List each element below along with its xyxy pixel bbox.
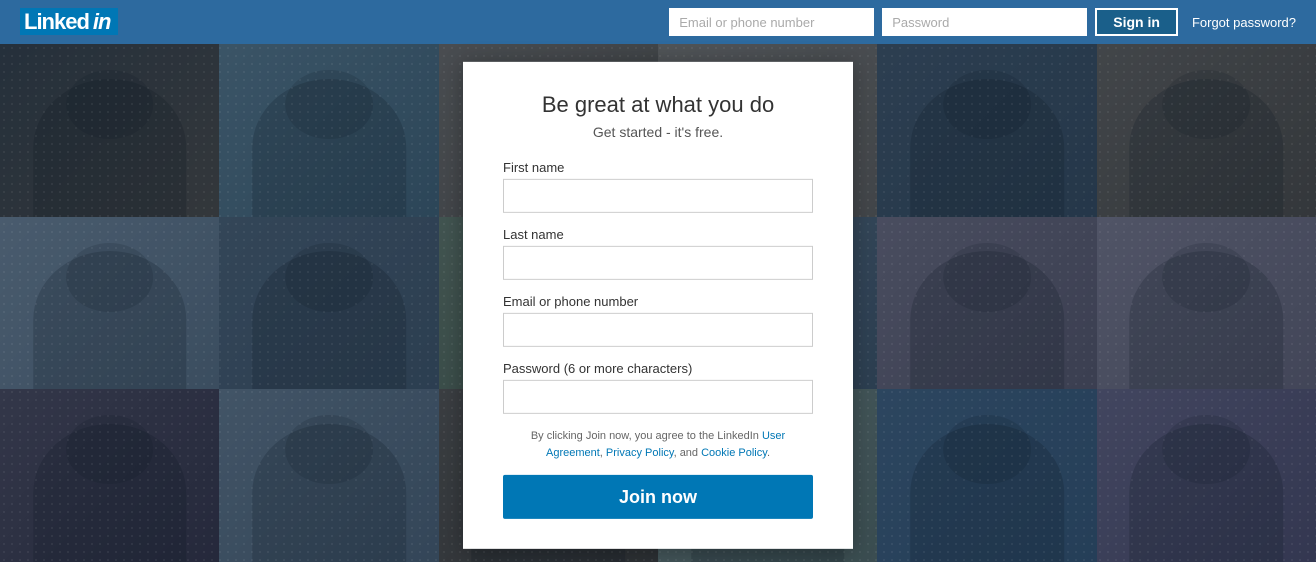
join-now-button[interactable]: Join now — [503, 475, 813, 519]
password-label: Password (6 or more characters) — [503, 361, 813, 376]
header: Linkedin Sign in Forgot password? — [0, 0, 1316, 44]
logo-in-text: Linkedin — [20, 8, 118, 35]
first-name-label: First name — [503, 160, 813, 175]
last-name-label: Last name — [503, 227, 813, 242]
header-right: Sign in Forgot password? — [669, 8, 1296, 36]
password-group: Password (6 or more characters) — [503, 361, 813, 414]
header-password-input[interactable] — [882, 8, 1087, 36]
terms-text: By clicking Join now, you agree to the L… — [503, 428, 813, 461]
email-input[interactable] — [503, 313, 813, 347]
modal-subtitle: Get started - it's free. — [503, 124, 813, 140]
forgot-password-link[interactable]: Forgot password? — [1192, 15, 1296, 30]
last-name-group: Last name — [503, 227, 813, 280]
last-name-input[interactable] — [503, 246, 813, 280]
cookie-policy-link[interactable]: Cookie Policy — [701, 446, 767, 458]
first-name-group: First name — [503, 160, 813, 213]
signup-modal: Be great at what you do Get started - it… — [463, 62, 853, 549]
email-label: Email or phone number — [503, 294, 813, 309]
privacy-policy-link[interactable]: Privacy Policy — [606, 446, 674, 458]
modal-title: Be great at what you do — [503, 92, 813, 118]
sign-in-button[interactable]: Sign in — [1095, 8, 1178, 36]
password-input[interactable] — [503, 380, 813, 414]
email-group: Email or phone number — [503, 294, 813, 347]
linkedin-logo: Linkedin — [20, 9, 118, 35]
first-name-input[interactable] — [503, 179, 813, 213]
header-email-input[interactable] — [669, 8, 874, 36]
